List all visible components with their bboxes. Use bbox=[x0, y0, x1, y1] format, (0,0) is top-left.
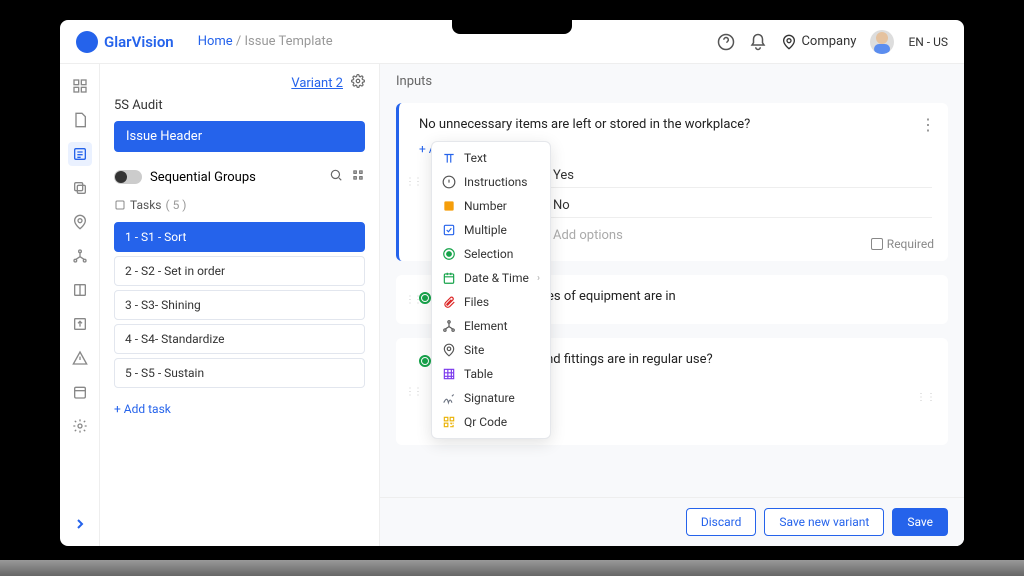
brand-name: GlarVision bbox=[104, 33, 174, 51]
company-selector[interactable]: Company bbox=[781, 34, 856, 50]
nav-book-icon[interactable] bbox=[68, 278, 92, 302]
expand-rail-icon[interactable] bbox=[68, 512, 92, 536]
task-item[interactable]: 2 - S2 - Set in order bbox=[114, 256, 365, 286]
field-type-menu: TextInstructionsNumberMultipleSelectionD… bbox=[431, 141, 551, 439]
breadcrumb[interactable]: Home / Issue Template bbox=[198, 34, 333, 49]
main-area: Inputs ⋮⋮ No unnecessary items are left … bbox=[380, 64, 964, 546]
avatar[interactable] bbox=[870, 30, 894, 54]
issue-header-chip[interactable]: Issue Header bbox=[114, 121, 365, 152]
sequential-label: Sequential Groups bbox=[150, 170, 256, 185]
type-menu-item[interactable]: Date & Time› bbox=[432, 266, 550, 290]
nav-copy-icon[interactable] bbox=[68, 176, 92, 200]
nav-document-icon[interactable] bbox=[68, 108, 92, 132]
tasks-heading: Tasks ( 5 ) bbox=[100, 192, 379, 218]
save-button[interactable]: Save bbox=[892, 508, 948, 536]
left-icon-rail bbox=[60, 64, 100, 546]
drag-handle-icon[interactable]: ⋮⋮ bbox=[405, 177, 421, 188]
task-item[interactable]: 5 - S5 - Sustain bbox=[114, 358, 365, 388]
drag-handle-icon[interactable]: ⋮⋮ bbox=[916, 392, 936, 403]
type-menu-item[interactable]: Qr Code bbox=[432, 410, 550, 434]
question-title: No unnecessary items are left or stored … bbox=[419, 117, 932, 132]
radio-filled-icon bbox=[419, 292, 431, 304]
save-variant-button[interactable]: Save new variant bbox=[764, 508, 884, 536]
type-menu-item[interactable]: Multiple bbox=[432, 218, 550, 242]
gear-icon[interactable] bbox=[351, 74, 365, 92]
more-icon[interactable]: ⋮ bbox=[920, 115, 936, 134]
help-icon[interactable] bbox=[717, 33, 735, 51]
brand-logo[interactable]: GlarVision bbox=[76, 31, 174, 53]
language-selector[interactable]: EN - US bbox=[908, 35, 948, 49]
logo-icon bbox=[76, 31, 98, 53]
search-icon[interactable] bbox=[329, 168, 343, 186]
variant-link[interactable]: Variant 2 bbox=[291, 76, 343, 91]
add-task-button[interactable]: + Add task bbox=[100, 392, 379, 426]
type-menu-item[interactable]: Signature bbox=[432, 386, 550, 410]
bell-icon[interactable] bbox=[749, 33, 767, 51]
task-item[interactable]: 3 - S3- Shining bbox=[114, 290, 365, 320]
type-menu-item[interactable]: Selection bbox=[432, 242, 550, 266]
breadcrumb-current: Issue Template bbox=[245, 34, 333, 49]
filter-icon[interactable] bbox=[351, 168, 365, 186]
type-menu-item[interactable]: Element bbox=[432, 314, 550, 338]
task-item[interactable]: 4 - S4- Standardize bbox=[114, 324, 365, 354]
type-menu-item[interactable]: Text bbox=[432, 146, 550, 170]
sequential-toggle[interactable] bbox=[114, 170, 142, 184]
nav-upload-icon[interactable] bbox=[68, 312, 92, 336]
type-menu-item[interactable]: Instructions bbox=[432, 170, 550, 194]
type-menu-item[interactable]: Site bbox=[432, 338, 550, 362]
drag-handle-icon[interactable]: ⋮⋮ bbox=[405, 386, 421, 397]
nav-dashboard-icon[interactable] bbox=[68, 74, 92, 98]
question-card: ⋮⋮ No unnecessary items are left or stor… bbox=[396, 103, 948, 261]
inputs-tab[interactable]: Inputs bbox=[380, 64, 964, 95]
task-item[interactable]: 1 - S1 - Sort bbox=[114, 222, 365, 252]
nav-warning-icon[interactable] bbox=[68, 346, 92, 370]
sequential-groups-row: Sequential Groups bbox=[100, 162, 379, 192]
nav-hierarchy-icon[interactable] bbox=[68, 244, 92, 268]
required-toggle[interactable]: Required bbox=[871, 237, 934, 251]
discard-button[interactable]: Discard bbox=[686, 508, 757, 536]
nav-calendar-icon[interactable] bbox=[68, 380, 92, 404]
footer-actions: Discard Save new variant Save bbox=[380, 497, 964, 546]
nav-template-icon[interactable] bbox=[68, 142, 92, 166]
type-menu-item[interactable]: Number bbox=[432, 194, 550, 218]
radio-filled-icon bbox=[419, 355, 431, 367]
left-panel: Variant 2 5S Audit Issue Header Sequenti… bbox=[100, 64, 380, 546]
nav-location-icon[interactable] bbox=[68, 210, 92, 234]
option-row[interactable]: ⋮⋮No bbox=[531, 194, 932, 218]
option-row[interactable]: ⋮⋮Yes bbox=[531, 164, 932, 188]
audit-title: 5S Audit bbox=[100, 98, 379, 121]
type-menu-item[interactable]: Table bbox=[432, 362, 550, 386]
type-menu-item[interactable]: Files bbox=[432, 290, 550, 314]
breadcrumb-home[interactable]: Home bbox=[198, 34, 233, 49]
nav-settings-icon[interactable] bbox=[68, 414, 92, 438]
